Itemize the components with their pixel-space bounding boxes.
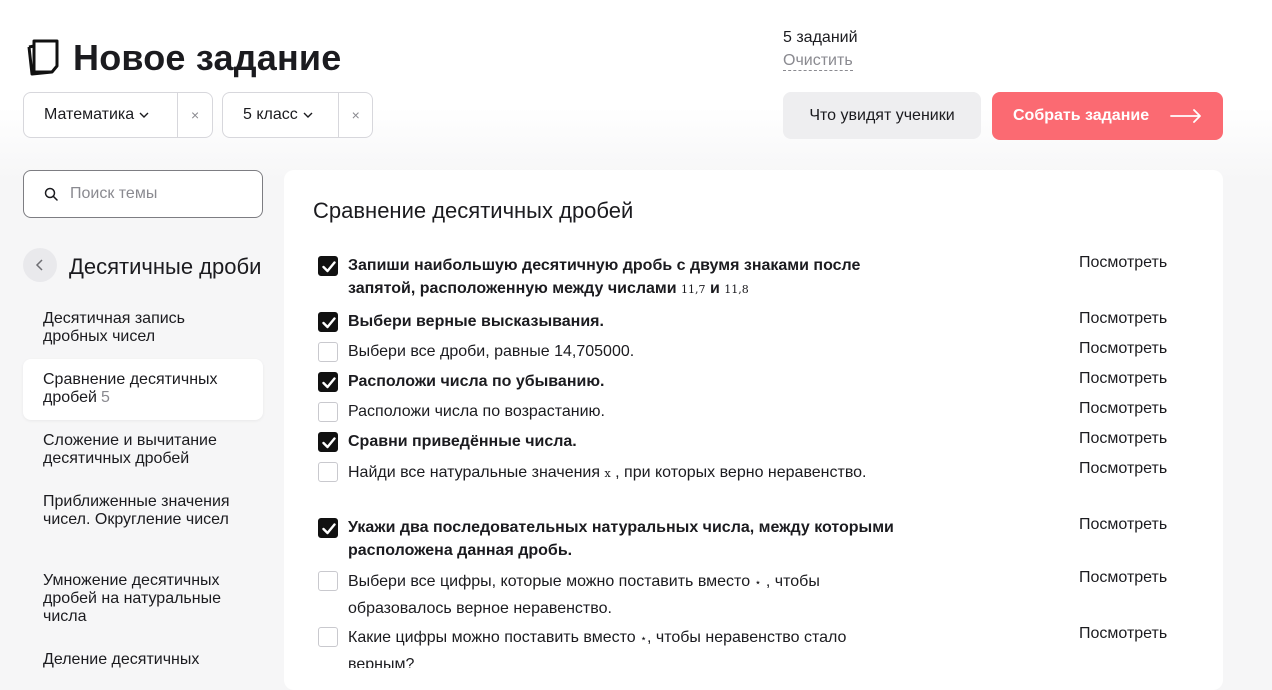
topic-label: Умножение десятичных дробей на натуральн… [43,572,221,625]
task-text: Сравни приведённые числа. [348,433,577,450]
task-row: Расположи числа по возрастанию. Посмотре… [318,400,1198,424]
task-text: Расположи числа по возрастанию. [348,403,605,420]
task-text: Запиши наибольшую десятичную дробь с дву… [348,254,908,301]
check-icon [322,377,336,389]
subject-value: Математика [44,106,135,123]
task-text: Выбери верные высказывания. [348,313,604,330]
math-value: 11,7 [681,283,706,296]
task-row: Расположи числа по убыванию. Посмотреть [318,370,1198,394]
topic-count: 5 [100,389,110,406]
check-icon [322,437,336,449]
subject-select[interactable]: Математика [24,93,177,137]
panel-title: Сравнение десятичных дробей [313,198,634,223]
task-row: Выбери верные высказывания. Посмотреть [318,310,1198,334]
view-link[interactable]: Посмотреть [1079,569,1167,587]
task-text: Найди все натуральные значения x , при к… [348,460,908,487]
view-link[interactable]: Посмотреть [1079,400,1167,418]
view-link[interactable]: Посмотреть [1079,625,1167,643]
build-task-button[interactable]: Собрать задание [992,92,1223,140]
math-value: 11,8 [724,283,749,296]
task-row: Найди все натуральные значения x , при к… [318,460,1198,510]
task-checkbox[interactable] [318,571,338,591]
check-icon [322,317,336,329]
topic-item[interactable]: Приближенные значения чисел. Округление … [23,493,263,529]
task-checkbox[interactable] [318,312,338,332]
topic-label: Приближенные значения чисел. Округление … [43,493,230,528]
search-icon [44,187,58,201]
topic-label: Десятичная запись дробных чисел [43,310,186,345]
arrow-right-icon [1170,109,1201,123]
view-link[interactable]: Посмотреть [1079,254,1167,272]
view-link[interactable]: Посмотреть [1079,340,1167,358]
task-text: Укажи два последовательных натуральных ч… [348,519,894,559]
header-background [0,0,1272,180]
task-text-part: Запиши наибольшую десятичную дробь с дву… [348,257,861,297]
chevron-left-icon [35,259,43,271]
section-title: Десятичные дроби [69,254,262,279]
build-task-label: Собрать задание [1013,107,1150,124]
topic-item-active[interactable]: Сравнение десятичных дробей 5 [23,359,263,420]
view-link[interactable]: Посмотреть [1079,430,1167,448]
task-row: Какие цифры можно поставить вместо ⋆, чт… [318,625,1198,668]
task-checkbox[interactable] [318,518,338,538]
grade-value: 5 класс [243,106,298,123]
check-icon [322,261,336,273]
task-row: Запиши наибольшую десятичную дробь с дву… [318,254,1198,302]
task-text-part: Какие цифры можно поставить вместо [348,629,636,646]
search-input[interactable] [68,184,252,204]
grade-clear-button[interactable]: × [338,93,372,137]
task-text: Выбери все дроби, равные 14,705000. [348,343,635,360]
task-text-part: и [709,280,720,297]
page-title: Новое задание [73,37,342,78]
view-link[interactable]: Посмотреть [1079,310,1167,328]
topic-label: Сравнение десятичных дробей [43,371,218,406]
task-text-part: , при которых верно неравенство. [615,464,867,481]
task-row: Выбери все дроби, равные 14,705000. Посм… [318,340,1198,364]
math-value: ⋆ [754,576,762,589]
topic-label: Сложение и вычитание десятичных дробей [43,432,217,467]
task-checkbox[interactable] [318,432,338,452]
topic-item[interactable]: Сложение и вычитание десятичных дробей [23,432,263,468]
topic-search [23,170,263,218]
task-checkbox[interactable] [318,342,338,362]
task-checkbox[interactable] [318,256,338,276]
task-checkbox[interactable] [318,402,338,422]
check-icon [322,523,336,535]
subject-clear-button[interactable]: × [177,93,212,137]
chevron-down-icon [303,112,313,118]
task-row: Укажи два последовательных натуральных ч… [318,516,1198,564]
grade-select[interactable]: 5 класс [223,93,338,137]
task-row: Выбери все цифры, которые можно поставит… [318,569,1198,619]
task-count: 5 заданий [783,29,858,46]
back-button[interactable] [23,248,57,282]
task-row: Сравни приведённые числа. Посмотреть [318,430,1198,454]
view-link[interactable]: Посмотреть [1079,370,1167,388]
topic-label: Деление десятичных [43,651,200,668]
topic-item[interactable]: Деление десятичных [23,651,263,669]
view-link[interactable]: Посмотреть [1079,460,1167,478]
grade-filter: 5 класс × [222,92,373,138]
clear-link[interactable]: Очистить [783,52,853,71]
task-text: Выбери все цифры, которые можно поставит… [348,569,908,622]
task-text: Расположи числа по убыванию. [348,373,605,390]
topic-item[interactable]: Десятичная запись дробных чисел [23,310,263,346]
task-text-part: Найди все натуральные значения [348,464,601,481]
task-text: Какие цифры можно поставить вместо ⋆, чт… [348,625,908,668]
task-checkbox[interactable] [318,627,338,647]
task-checkbox[interactable] [318,372,338,392]
view-link[interactable]: Посмотреть [1079,516,1167,534]
math-value: ⋆ [640,632,647,645]
task-text-part: Выбери все цифры, которые можно поставит… [348,573,751,590]
topic-item[interactable]: Умножение десятичных дробей на натуральн… [23,572,263,626]
chevron-down-icon [139,112,149,118]
document-icon [27,39,59,76]
math-value: x [604,467,611,480]
preview-button[interactable]: Что увидят ученики [783,92,981,139]
task-checkbox[interactable] [318,462,338,482]
subject-filter: Математика × [23,92,213,138]
